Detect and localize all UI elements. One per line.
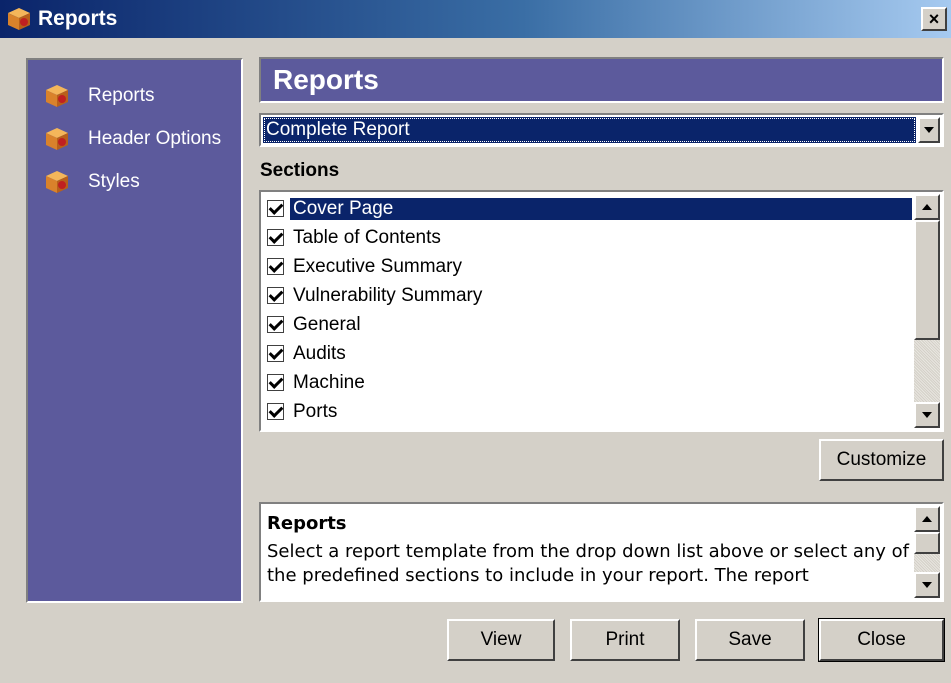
- sections-list[interactable]: Cover Page Table of Contents Executive Sum…: [259, 190, 944, 432]
- print-label: Print: [605, 629, 645, 650]
- chevron-up-icon: [922, 204, 932, 210]
- panel-title: Reports: [273, 64, 379, 95]
- scroll-down-button[interactable]: [914, 402, 940, 428]
- print-button[interactable]: Print: [570, 619, 680, 661]
- section-item[interactable]: Executive Summary: [265, 252, 912, 281]
- chevron-down-icon: [922, 582, 932, 588]
- package-icon: [46, 170, 68, 193]
- scroll-thumb[interactable]: [914, 532, 940, 554]
- section-label: Cover Page: [290, 197, 912, 220]
- section-item[interactable]: Vulnerability Summary: [265, 281, 912, 310]
- dropdown-button[interactable]: [918, 117, 940, 143]
- section-label: General: [293, 313, 361, 335]
- section-item[interactable]: General: [265, 310, 912, 339]
- window-title: Reports: [38, 7, 118, 30]
- section-item[interactable]: Table of Contents: [265, 223, 912, 252]
- sidebar-item-header-options[interactable]: Header Options: [28, 117, 241, 160]
- section-checkbox[interactable]: [267, 345, 284, 362]
- section-item[interactable]: Cover Page: [265, 194, 912, 223]
- package-icon: [46, 127, 68, 150]
- description-scrollbar[interactable]: [914, 506, 940, 598]
- sections-label: Sections: [260, 160, 339, 182]
- save-label: Save: [728, 629, 772, 650]
- section-label: Audits: [293, 342, 346, 364]
- package-icon: [46, 84, 68, 107]
- close-icon: ×: [928, 8, 940, 29]
- section-label: Vulnerability Summary: [293, 284, 483, 306]
- section-checkbox[interactable]: [267, 316, 284, 333]
- window-close-button[interactable]: ×: [921, 7, 947, 31]
- section-item[interactable]: Ports: [265, 397, 912, 426]
- sidebar-item-label: Header Options: [88, 127, 222, 149]
- panel-header: Reports: [259, 57, 944, 103]
- sections-items: Cover Page Table of Contents Executive Sum…: [265, 194, 912, 426]
- section-label: Ports: [293, 400, 338, 422]
- sidebar-item-styles[interactable]: Styles: [28, 160, 241, 203]
- section-checkbox[interactable]: [267, 374, 284, 391]
- report-template-value: Complete Report: [263, 117, 916, 143]
- section-checkbox[interactable]: [267, 229, 284, 246]
- sidebar: Reports Header Options Styles: [26, 58, 243, 603]
- section-item[interactable]: Audits: [265, 339, 912, 368]
- save-button[interactable]: Save: [695, 619, 805, 661]
- sections-label-text: Sections: [260, 160, 340, 181]
- package-icon: [8, 8, 30, 30]
- customize-label: Customize: [836, 449, 927, 470]
- title-bar: Reports ×: [0, 0, 951, 38]
- section-label: Machine: [293, 371, 365, 393]
- view-button[interactable]: View: [447, 619, 555, 661]
- description-text: Select a report template from the drop d…: [267, 541, 910, 586]
- description-title: Reports: [267, 513, 347, 534]
- sidebar-item-reports[interactable]: Reports: [28, 74, 241, 117]
- close-button[interactable]: Close: [818, 618, 945, 662]
- description-box: Reports Select a report template from th…: [259, 502, 944, 602]
- chevron-up-icon: [922, 516, 932, 522]
- customize-button[interactable]: Customize: [819, 439, 944, 481]
- scroll-thumb[interactable]: [914, 220, 940, 340]
- close-label: Close: [857, 629, 906, 650]
- scroll-up-button[interactable]: [914, 194, 940, 220]
- view-label: View: [480, 629, 522, 650]
- section-item[interactable]: Machine: [265, 368, 912, 397]
- section-label: Table of Contents: [293, 226, 441, 248]
- scroll-down-button[interactable]: [914, 572, 940, 598]
- section-checkbox[interactable]: [267, 200, 284, 217]
- sidebar-item-label: Reports: [88, 84, 155, 106]
- section-checkbox[interactable]: [267, 287, 284, 304]
- chevron-down-icon: [922, 412, 932, 418]
- chevron-down-icon: [924, 127, 934, 133]
- section-checkbox[interactable]: [267, 403, 284, 420]
- section-label: Executive Summary: [293, 255, 462, 277]
- section-checkbox[interactable]: [267, 258, 284, 275]
- sidebar-item-label: Styles: [88, 170, 140, 192]
- report-template-select[interactable]: Complete Report: [259, 113, 944, 147]
- sections-scrollbar[interactable]: [914, 194, 940, 428]
- description-content: Reports Select a report template from th…: [267, 512, 910, 600]
- scroll-up-button[interactable]: [914, 506, 940, 532]
